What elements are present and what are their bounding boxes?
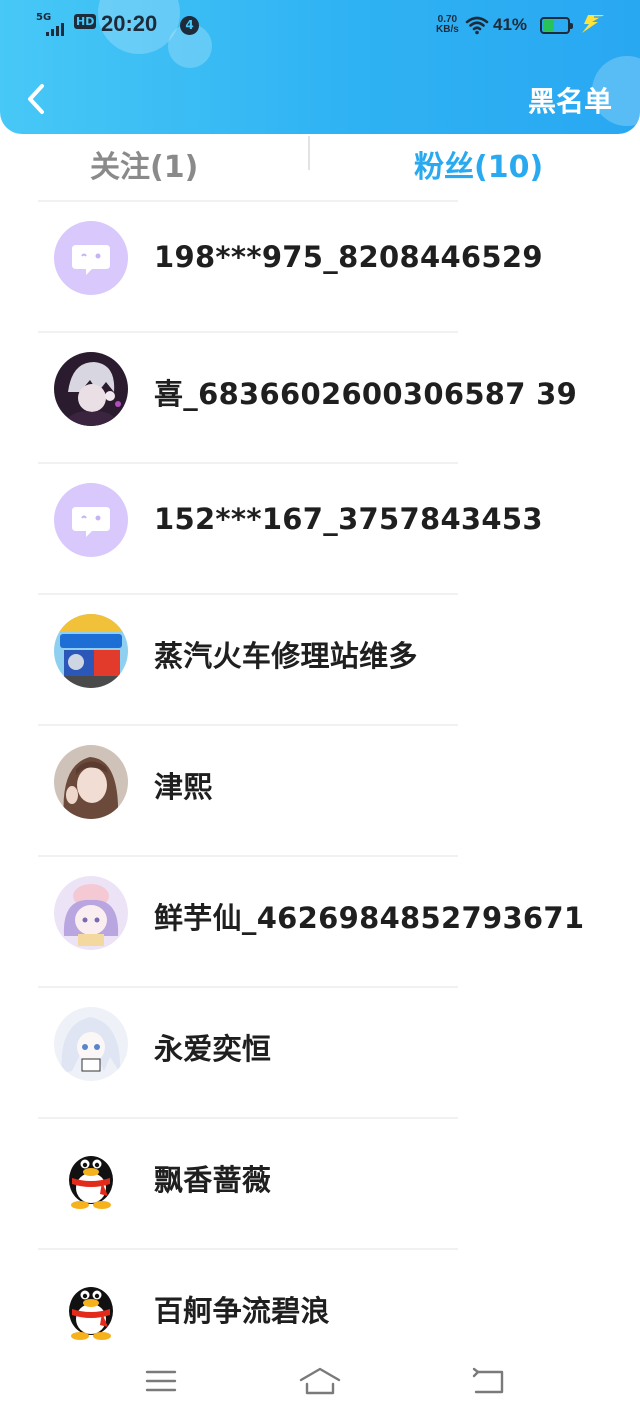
chat-bubble-avatar-icon: [54, 221, 128, 295]
chat-bubble-avatar-icon: [54, 483, 128, 557]
fan-name: 198***975_8208446529: [154, 240, 543, 274]
fan-name: 津熙: [154, 770, 213, 804]
status-bar: 5G HD 20:20 4 0.70 KB/s 41%: [0, 10, 640, 44]
follow-fans-tabs: 关注(1) 粉丝(10): [0, 134, 640, 200]
tab-follow[interactable]: 关注(1): [90, 142, 198, 186]
list-item[interactable]: 飘香蔷薇: [0, 1117, 640, 1248]
avatar: [54, 1269, 128, 1343]
tab-fans[interactable]: 粉丝(10): [414, 142, 543, 186]
wifi-icon: [465, 16, 489, 35]
tab-divider: [308, 136, 310, 170]
back-button[interactable]: [20, 80, 54, 118]
notification-count-badge: 4: [180, 16, 199, 35]
fan-name: 鲜芋仙_4626984852793671: [154, 901, 585, 935]
white-hair-anime-avatar: [54, 1007, 128, 1081]
return-icon: [472, 1367, 504, 1394]
network-speed: 0.70 KB/s: [436, 15, 459, 35]
signal-icon: [46, 22, 68, 36]
qq-penguin-icon: [54, 1269, 128, 1343]
home-icon: [299, 1367, 341, 1395]
fan-name: 蒸汽火车修理站维多: [154, 639, 418, 673]
avatar: [54, 876, 128, 950]
girl-photo-avatar: [54, 745, 128, 819]
charging-icon: [582, 15, 604, 33]
menu-button[interactable]: [144, 1366, 178, 1400]
list-item[interactable]: 198***975_8208446529: [0, 200, 640, 331]
list-item[interactable]: 津熙: [0, 724, 640, 855]
home-button[interactable]: [298, 1366, 342, 1400]
fan-name: 永爱奕恒: [154, 1032, 272, 1066]
battery-percent: 41%: [493, 15, 528, 34]
list-item[interactable]: 鲜芋仙_4626984852793671: [0, 855, 640, 986]
list-item[interactable]: 152***167_3757843453: [0, 462, 640, 593]
avatar: [54, 483, 128, 557]
pastel-anime-avatar: [54, 876, 128, 950]
anime-character-avatar: [54, 352, 128, 426]
fan-name: 喜_6836602600306587 39: [154, 377, 578, 411]
list-item[interactable]: 蒸汽火车修理站维多: [0, 593, 640, 724]
app-header: 5G HD 20:20 4 0.70 KB/s 41% 黑名单: [0, 0, 640, 134]
fan-name: 152***167_3757843453: [154, 502, 543, 536]
return-button[interactable]: [470, 1366, 506, 1400]
blacklist-button[interactable]: 黑名单: [528, 80, 612, 120]
list-item[interactable]: 喜_6836602600306587 39: [0, 331, 640, 462]
menu-icon: [145, 1370, 177, 1392]
battery-icon: [540, 17, 573, 34]
avatar: [54, 1007, 128, 1081]
avatar: [54, 221, 128, 295]
avatar: [54, 745, 128, 819]
fans-list: 198***975_8208446529 喜_6836602600306587 …: [0, 200, 640, 1379]
cartoon-train-avatar: [54, 614, 128, 688]
speed-unit: KB/s: [436, 24, 459, 35]
qq-penguin-icon: [54, 1138, 128, 1212]
fan-name: 飘香蔷薇: [154, 1163, 272, 1197]
battery-level: [543, 20, 554, 31]
system-nav-bar: [0, 1350, 640, 1422]
list-item[interactable]: 永爱奕恒: [0, 986, 640, 1117]
avatar: [54, 1138, 128, 1212]
avatar: [54, 614, 128, 688]
chevron-left-icon: [28, 84, 44, 114]
avatar: [54, 352, 128, 426]
fan-name: 百舸争流碧浪: [154, 1294, 330, 1328]
clock: 20:20: [101, 11, 158, 36]
hd-badge: HD: [74, 14, 97, 29]
